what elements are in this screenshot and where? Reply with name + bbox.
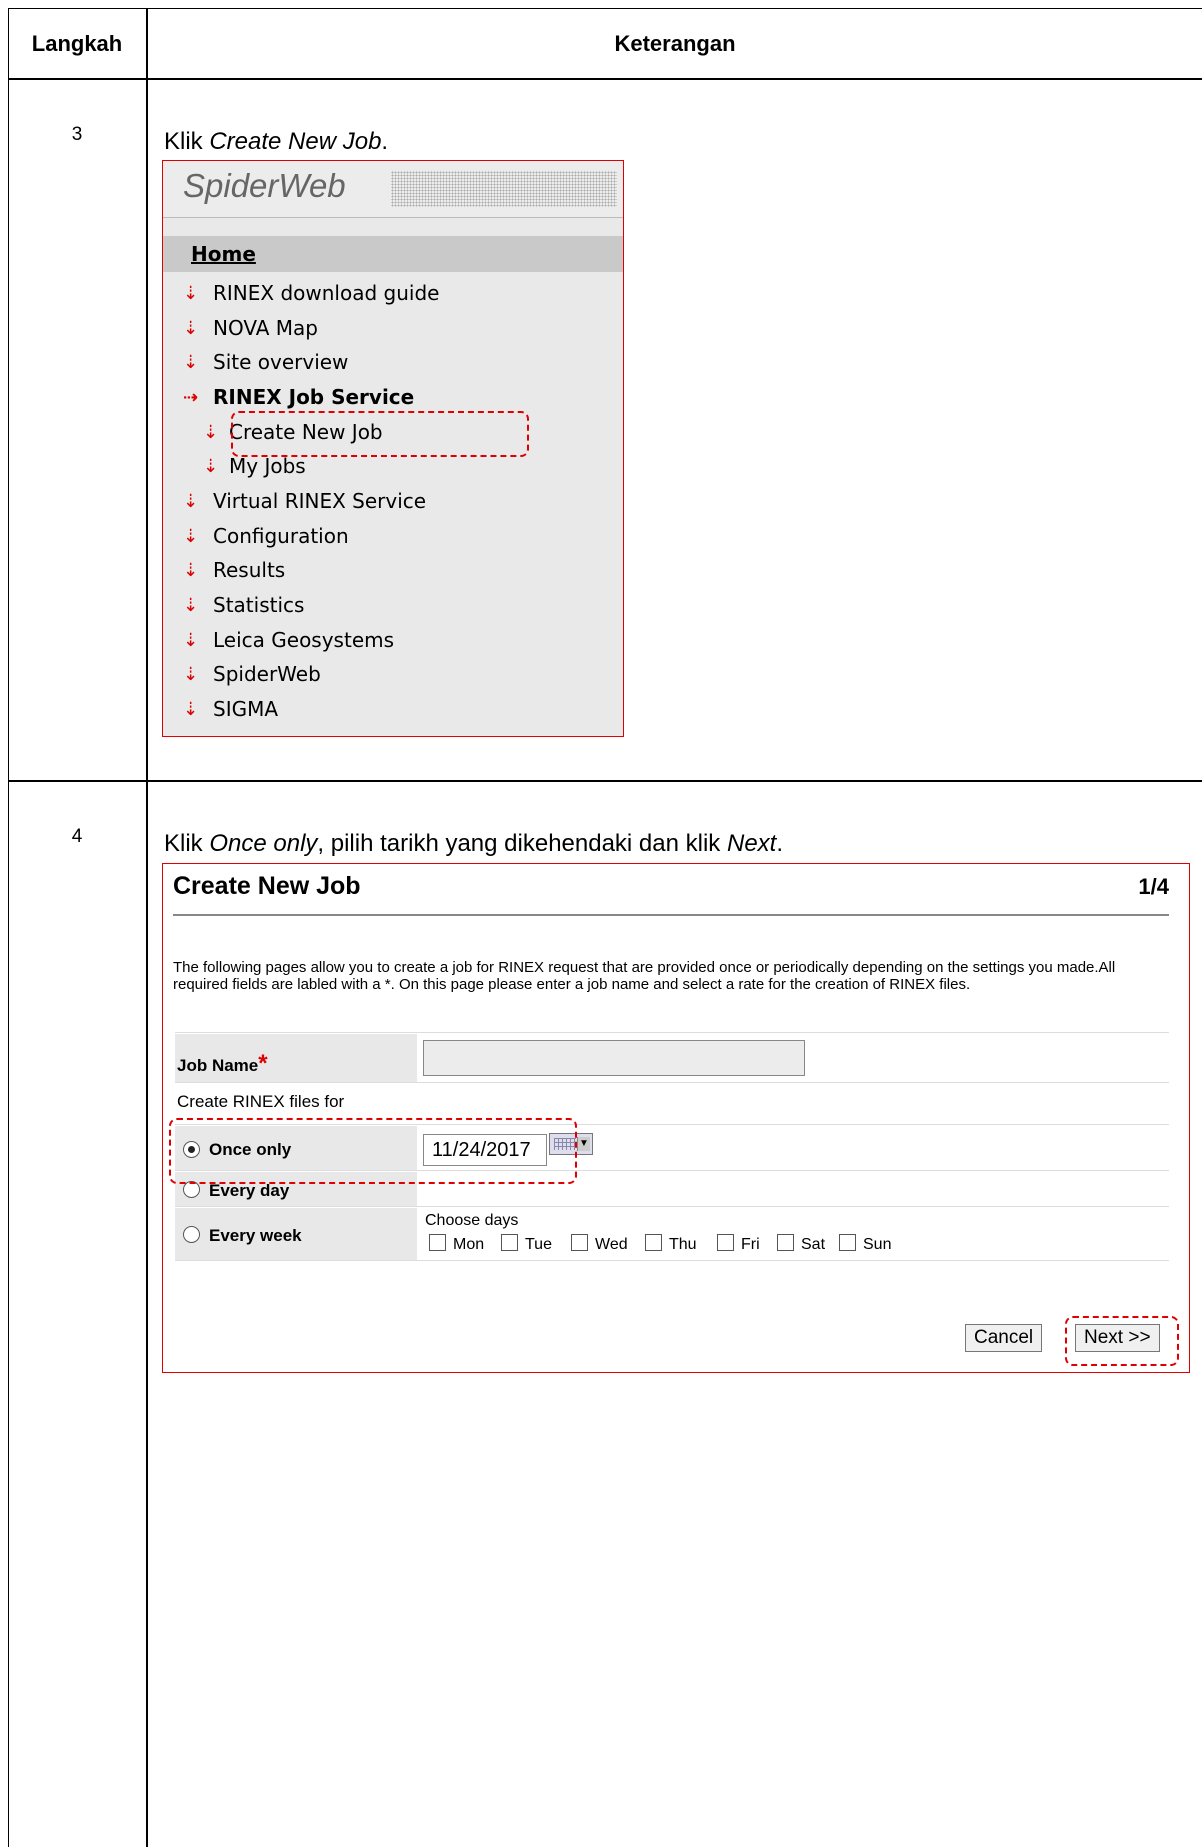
menu-home[interactable]: Home xyxy=(163,236,623,272)
header-description: Keterangan xyxy=(614,31,736,56)
create-new-job-panel: Create New Job 1/4 The following pages a… xyxy=(162,863,1190,1373)
title-divider xyxy=(173,914,1169,916)
highlight-next xyxy=(1065,1316,1179,1366)
chevron-down-icon: ▼ xyxy=(577,1137,590,1151)
arrow-down-icon: ⇣ xyxy=(183,698,199,720)
arrow-down-icon: ⇣ xyxy=(183,282,199,304)
every-day-label: Every day xyxy=(209,1181,290,1200)
checkbox-sat[interactable] xyxy=(777,1234,794,1251)
day-label-wed: Wed xyxy=(595,1236,628,1253)
day-label-fri: Fri xyxy=(741,1236,760,1253)
arrow-down-icon: ⇣ xyxy=(203,421,219,443)
column-divider xyxy=(146,8,148,1847)
highlight-create-new-job xyxy=(231,411,529,457)
menu-item-statistics[interactable]: ⇣ Statistics xyxy=(183,593,304,617)
checkbox-tue[interactable] xyxy=(501,1234,518,1251)
menu-item-nova-map[interactable]: ⇣ NOVA Map xyxy=(183,316,318,340)
spiderweb-menu-panel: SpiderWeb Home ⇣ RINEX download guide ⇣ NO… xyxy=(162,160,624,737)
step-number-3: 3 xyxy=(71,124,83,145)
menu-item-leica-geosystems[interactable]: ⇣ Leica Geosystems xyxy=(183,628,394,652)
header-step: Langkah xyxy=(31,31,123,56)
day-label-thu: Thu xyxy=(669,1236,697,1253)
job-name-label: Job Name* xyxy=(177,1050,268,1077)
job-name-input[interactable] xyxy=(423,1040,805,1076)
day-label-sat: Sat xyxy=(801,1236,826,1253)
checkbox-mon[interactable] xyxy=(429,1234,446,1251)
arrow-down-icon: ⇣ xyxy=(183,525,199,547)
menu-item-results[interactable]: ⇣ Results xyxy=(183,558,285,582)
day-label-sun: Sun xyxy=(863,1236,892,1253)
menu-item-rinex-job-service[interactable]: ⇢ RINEX Job Service xyxy=(183,385,414,409)
checkbox-wed[interactable] xyxy=(571,1234,588,1251)
checkbox-sun[interactable] xyxy=(839,1234,856,1251)
menu-item-site-overview[interactable]: ⇣ Site overview xyxy=(183,350,348,374)
arrow-down-icon: ⇣ xyxy=(183,317,199,339)
step-4-instruction: Klik Once only, pilih tarikh yang dikehe… xyxy=(164,830,784,857)
step-number-4: 4 xyxy=(71,826,83,847)
arrow-down-icon: ⇣ xyxy=(183,629,199,651)
highlight-once-only xyxy=(169,1118,577,1184)
arrow-down-icon: ⇣ xyxy=(203,455,219,477)
arrow-down-icon: ⇣ xyxy=(183,663,199,685)
menu-item-spiderweb[interactable]: ⇣ SpiderWeb xyxy=(183,662,321,686)
spiderweb-logo: SpiderWeb xyxy=(163,161,623,218)
arrow-down-icon: ⇣ xyxy=(183,490,199,512)
page-title: Create New Job xyxy=(173,872,361,900)
page-indicator: 1/4 xyxy=(1138,874,1169,899)
arrow-down-icon: ⇣ xyxy=(183,594,199,616)
choose-days-label: Choose days xyxy=(425,1212,519,1229)
step-3-instruction: Klik Create New Job. xyxy=(164,128,389,155)
checkbox-thu[interactable] xyxy=(645,1234,662,1251)
arrow-right-icon: ⇢ xyxy=(183,386,199,408)
create-rinex-label: Create RINEX files for xyxy=(177,1092,345,1111)
day-label-tue: Tue xyxy=(525,1236,552,1253)
menu-item-rinex-download-guide[interactable]: ⇣ RINEX download guide xyxy=(183,281,439,305)
every-week-label: Every week xyxy=(209,1226,302,1245)
job-description: The following pages allow you to create … xyxy=(173,959,1116,993)
row-divider xyxy=(8,780,1202,782)
arrow-down-icon: ⇣ xyxy=(183,559,199,581)
every-week-radio[interactable] xyxy=(183,1226,200,1243)
checkbox-fri[interactable] xyxy=(717,1234,734,1251)
menu-item-virtual-rinex-service[interactable]: ⇣ Virtual RINEX Service xyxy=(183,489,426,513)
cancel-button[interactable]: Cancel xyxy=(965,1324,1043,1352)
menu-item-sigma[interactable]: ⇣ SIGMA xyxy=(183,697,278,721)
menu-item-configuration[interactable]: ⇣ Configuration xyxy=(183,524,349,548)
day-label-mon: Mon xyxy=(453,1236,485,1253)
menu-item-my-jobs[interactable]: ⇣ My Jobs xyxy=(203,454,306,478)
arrow-down-icon: ⇣ xyxy=(183,351,199,373)
